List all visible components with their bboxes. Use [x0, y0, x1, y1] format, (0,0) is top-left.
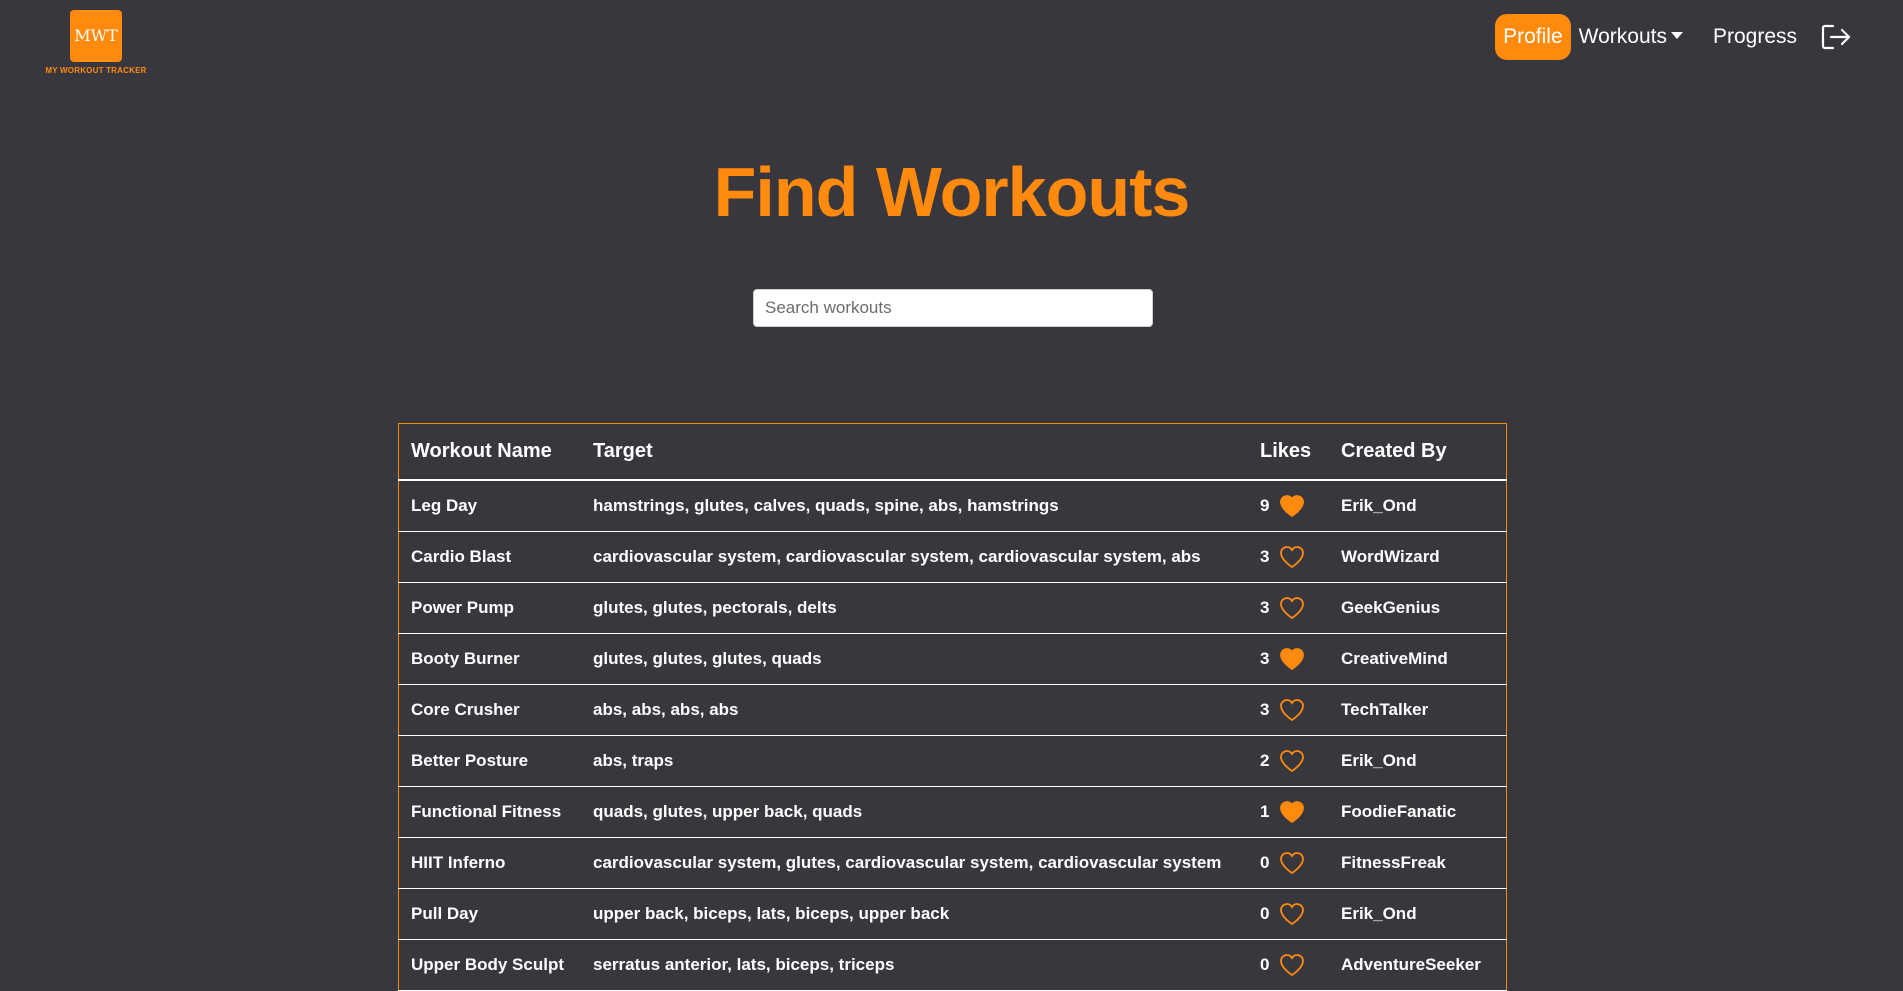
table-row[interactable]: Functional Fitness quads, glutes, upper b… — [398, 786, 1507, 838]
creator-cell[interactable]: TechTalker — [1329, 684, 1507, 736]
likes-count: 3 — [1260, 598, 1270, 617]
likes-cell: 3 — [1248, 531, 1329, 583]
target-cell: abs, abs, abs, abs — [581, 684, 1248, 736]
heart-outline-icon[interactable] — [1279, 698, 1305, 722]
brand-logo[interactable]: MWT MY WORKOUT TRACKER — [44, 10, 148, 75]
navbar: MWT MY WORKOUT TRACKER Profile Workouts … — [0, 0, 1903, 90]
nav-workouts-dropdown[interactable]: Workouts — [1571, 14, 1691, 60]
workout-name-cell[interactable]: Pull Day — [398, 888, 581, 940]
workout-name-cell[interactable]: Leg Day — [398, 480, 581, 532]
likes-cell: 0 — [1248, 888, 1329, 940]
table-row[interactable]: Power Pump glutes, glutes, pectorals, del… — [398, 582, 1507, 634]
heart-outline-icon[interactable] — [1279, 749, 1305, 773]
nav-workouts-label: Workouts — [1578, 25, 1667, 48]
nav-profile-link[interactable]: Profile — [1495, 14, 1571, 60]
likes-count: 9 — [1260, 496, 1270, 515]
likes-cell: 2 — [1248, 735, 1329, 787]
creator-cell[interactable]: FitnessFreak — [1329, 837, 1507, 889]
creator-cell[interactable]: WordWizard — [1329, 531, 1507, 583]
likes-count: 2 — [1260, 751, 1270, 770]
likes-cell: 3 — [1248, 582, 1329, 634]
creator-cell[interactable]: FoodieFanatic — [1329, 786, 1507, 838]
workouts-table-container: Workout Name Target Likes Created By Leg… — [398, 423, 1507, 991]
header-target: Target — [581, 423, 1248, 481]
table-row[interactable]: Pull Day upper back, biceps, lats, biceps… — [398, 888, 1507, 940]
target-cell: abs, traps — [581, 735, 1248, 787]
creator-cell[interactable]: Erik_Ond — [1329, 480, 1507, 532]
workout-name-cell[interactable]: Booty Burner — [398, 633, 581, 685]
table-body: Leg Day hamstrings, glutes, calves, quads… — [398, 480, 1507, 991]
heart-outline-icon[interactable] — [1279, 851, 1305, 875]
creator-cell[interactable]: Erik_Ond — [1329, 888, 1507, 940]
logo-caption: MY WORKOUT TRACKER — [45, 66, 147, 75]
logo-mark: MWT — [70, 10, 122, 62]
likes-cell: 3 — [1248, 684, 1329, 736]
target-cell: quads, glutes, upper back, quads — [581, 786, 1248, 838]
table-row[interactable]: Leg Day hamstrings, glutes, calves, quads… — [398, 480, 1507, 532]
workout-name-cell[interactable]: Functional Fitness — [398, 786, 581, 838]
likes-cell: 0 — [1248, 939, 1329, 991]
target-cell: serratus anterior, lats, biceps, triceps — [581, 939, 1248, 991]
search-input[interactable] — [753, 289, 1153, 327]
table-row[interactable]: Booty Burner glutes, glutes, glutes, quad… — [398, 633, 1507, 685]
heart-outline-icon[interactable] — [1279, 545, 1305, 569]
heart-outline-icon[interactable] — [1279, 596, 1305, 620]
creator-cell[interactable]: GeekGenius — [1329, 582, 1507, 634]
creator-cell[interactable]: CreativeMind — [1329, 633, 1507, 685]
page-title: Find Workouts — [713, 153, 1191, 231]
header-created-by: Created By — [1329, 423, 1507, 481]
workout-name-cell[interactable]: Core Crusher — [398, 684, 581, 736]
workout-name-cell[interactable]: Upper Body Sculpt — [398, 939, 581, 991]
workout-name-cell[interactable]: Better Posture — [398, 735, 581, 787]
likes-count: 1 — [1260, 802, 1270, 821]
target-cell: glutes, glutes, pectorals, delts — [581, 582, 1248, 634]
logout-icon — [1821, 24, 1851, 50]
workout-name-cell[interactable]: HIIT Inferno — [398, 837, 581, 889]
table-row[interactable]: HIIT Inferno cardiovascular system, glute… — [398, 837, 1507, 889]
logout-button[interactable] — [1819, 14, 1853, 60]
heart-filled-icon[interactable] — [1279, 800, 1305, 824]
heart-filled-icon[interactable] — [1279, 494, 1305, 518]
workout-name-cell[interactable]: Cardio Blast — [398, 531, 581, 583]
target-cell: upper back, biceps, lats, biceps, upper … — [581, 888, 1248, 940]
likes-count: 3 — [1260, 547, 1270, 566]
target-cell: cardiovascular system, cardiovascular sy… — [581, 531, 1248, 583]
caret-down-icon — [1670, 31, 1683, 39]
nav-progress-link[interactable]: Progress — [1705, 14, 1805, 60]
workout-name-cell[interactable]: Power Pump — [398, 582, 581, 634]
header-likes: Likes — [1248, 423, 1329, 481]
likes-cell: 3 — [1248, 633, 1329, 685]
table-row[interactable]: Cardio Blast cardiovascular system, cardi… — [398, 531, 1507, 583]
header-workout-name: Workout Name — [398, 423, 581, 481]
likes-cell: 1 — [1248, 786, 1329, 838]
likes-count: 0 — [1260, 904, 1270, 923]
likes-cell: 9 — [1248, 480, 1329, 532]
likes-count: 0 — [1260, 853, 1270, 872]
table-row[interactable]: Upper Body Sculpt serratus anterior, lats… — [398, 939, 1507, 991]
creator-cell[interactable]: Erik_Ond — [1329, 735, 1507, 787]
table-header-row: Workout Name Target Likes Created By — [398, 423, 1507, 481]
search-container — [753, 289, 1153, 327]
likes-cell: 0 — [1248, 837, 1329, 889]
target-cell: glutes, glutes, glutes, quads — [581, 633, 1248, 685]
likes-count: 3 — [1260, 700, 1270, 719]
heart-outline-icon[interactable] — [1279, 953, 1305, 977]
table-row[interactable]: Better Posture abs, traps 2 Erik_Ond — [398, 735, 1507, 787]
likes-count: 3 — [1260, 649, 1270, 668]
creator-cell[interactable]: AdventureSeeker — [1329, 939, 1507, 991]
heart-filled-icon[interactable] — [1279, 647, 1305, 671]
target-cell: hamstrings, glutes, calves, quads, spine… — [581, 480, 1248, 532]
workouts-table: Workout Name Target Likes Created By Leg… — [398, 423, 1507, 991]
likes-count: 0 — [1260, 955, 1270, 974]
table-row[interactable]: Core Crusher abs, abs, abs, abs 3 TechTalke… — [398, 684, 1507, 736]
nav-menu: Profile Workouts Progress — [1495, 14, 1853, 60]
target-cell: cardiovascular system, glutes, cardiovas… — [581, 837, 1248, 889]
heart-outline-icon[interactable] — [1279, 902, 1305, 926]
